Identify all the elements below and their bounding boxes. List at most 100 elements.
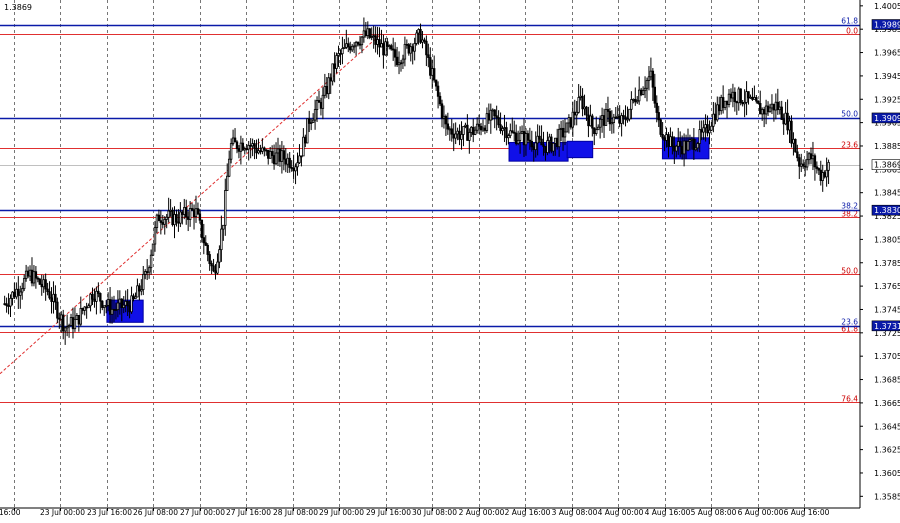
candle-body[interactable]: [462, 126, 465, 135]
candle-body[interactable]: [639, 89, 643, 95]
candle-body[interactable]: [735, 101, 739, 104]
candle-body[interactable]: [54, 293, 57, 303]
candle-body[interactable]: [13, 291, 16, 298]
candle-body[interactable]: [198, 213, 202, 221]
candle-body[interactable]: [725, 100, 729, 105]
candle-body[interactable]: [651, 70, 655, 88]
candle-body[interactable]: [177, 221, 180, 224]
candle-body[interactable]: [192, 209, 196, 217]
candle-body[interactable]: [390, 45, 393, 50]
candle-body[interactable]: [173, 214, 176, 226]
candle-body[interactable]: [530, 140, 534, 148]
candle-body[interactable]: [302, 136, 305, 157]
candle-body[interactable]: [108, 299, 112, 315]
candle-body[interactable]: [702, 127, 705, 133]
candle-body[interactable]: [231, 137, 235, 145]
candle-body[interactable]: [432, 68, 436, 81]
candle-body[interactable]: [169, 209, 172, 212]
candle-body[interactable]: [509, 130, 512, 136]
candle-body[interactable]: [411, 46, 414, 52]
candle-body[interactable]: [196, 208, 200, 215]
candle-body[interactable]: [216, 261, 219, 274]
candle-body[interactable]: [569, 117, 573, 128]
candle-body[interactable]: [511, 130, 514, 133]
candle-body[interactable]: [620, 115, 623, 124]
candle-body[interactable]: [614, 116, 617, 119]
candle-body[interactable]: [729, 93, 733, 99]
candle-body[interactable]: [442, 115, 446, 119]
candle-body[interactable]: [481, 127, 485, 131]
candle-body[interactable]: [698, 129, 701, 144]
candle-body[interactable]: [610, 122, 614, 125]
candle-body[interactable]: [749, 96, 752, 99]
candle-body[interactable]: [805, 159, 809, 168]
candle-body[interactable]: [671, 136, 674, 147]
candle-body[interactable]: [421, 39, 424, 43]
candle-body[interactable]: [220, 228, 223, 251]
candle-body[interactable]: [786, 112, 789, 131]
candle-body[interactable]: [755, 97, 758, 102]
candle-body[interactable]: [667, 134, 670, 147]
candle-body[interactable]: [423, 39, 426, 42]
candle-body[interactable]: [19, 291, 22, 296]
candle-body[interactable]: [99, 293, 102, 302]
candle-body[interactable]: [321, 94, 325, 109]
candle-body[interactable]: [700, 129, 703, 133]
candle-body[interactable]: [370, 36, 373, 38]
candle-body[interactable]: [688, 139, 692, 142]
candle-body[interactable]: [470, 126, 473, 133]
candle-body[interactable]: [684, 140, 688, 151]
candle-body[interactable]: [227, 158, 231, 177]
candle-body[interactable]: [413, 43, 416, 52]
candle-body[interactable]: [645, 80, 649, 89]
candle-body[interactable]: [233, 137, 237, 143]
candle-body[interactable]: [304, 136, 307, 144]
candle-body[interactable]: [218, 249, 221, 263]
candle-body[interactable]: [739, 88, 742, 103]
candle-body[interactable]: [112, 308, 116, 311]
candle-body[interactable]: [165, 216, 168, 220]
candle-body[interactable]: [243, 148, 246, 151]
candle-body[interactable]: [704, 124, 707, 129]
candle-body[interactable]: [815, 166, 819, 169]
candle-body[interactable]: [438, 95, 442, 105]
candle-body[interactable]: [138, 285, 141, 292]
candle-body[interactable]: [446, 123, 450, 130]
candle-body[interactable]: [103, 305, 106, 308]
candle-body[interactable]: [360, 36, 364, 46]
candle-body[interactable]: [267, 149, 270, 159]
candle-body[interactable]: [708, 129, 711, 134]
candle-body[interactable]: [202, 237, 205, 244]
candle-body[interactable]: [444, 115, 448, 125]
candle-body[interactable]: [186, 216, 190, 220]
candle-body[interactable]: [458, 130, 461, 140]
candle-body[interactable]: [69, 317, 73, 326]
candle-body[interactable]: [42, 279, 45, 288]
candle-body[interactable]: [538, 135, 541, 140]
candle-body[interactable]: [110, 308, 114, 315]
candle-body[interactable]: [694, 147, 698, 151]
candle-body[interactable]: [557, 128, 561, 148]
candle-body[interactable]: [475, 123, 479, 131]
candle-body[interactable]: [641, 90, 645, 95]
candle-body[interactable]: [632, 98, 635, 101]
candle-body[interactable]: [120, 298, 123, 308]
candle-body[interactable]: [440, 103, 444, 119]
candle-body[interactable]: [118, 298, 122, 304]
candle-body[interactable]: [532, 146, 535, 151]
candle-body[interactable]: [554, 137, 557, 144]
candle-body[interactable]: [212, 265, 215, 272]
candle-body[interactable]: [350, 45, 354, 51]
candle-body[interactable]: [26, 270, 30, 277]
candle-body[interactable]: [759, 103, 762, 115]
candle-body[interactable]: [397, 62, 401, 66]
candle-body[interactable]: [825, 169, 828, 178]
candle-body[interactable]: [210, 263, 213, 267]
candle-body[interactable]: [489, 109, 493, 121]
candle-body[interactable]: [555, 137, 559, 148]
candle-body[interactable]: [415, 32, 418, 44]
candle-body[interactable]: [333, 63, 336, 69]
candle-body[interactable]: [577, 97, 580, 113]
candle-body[interactable]: [548, 136, 551, 142]
candle-body[interactable]: [128, 305, 131, 313]
